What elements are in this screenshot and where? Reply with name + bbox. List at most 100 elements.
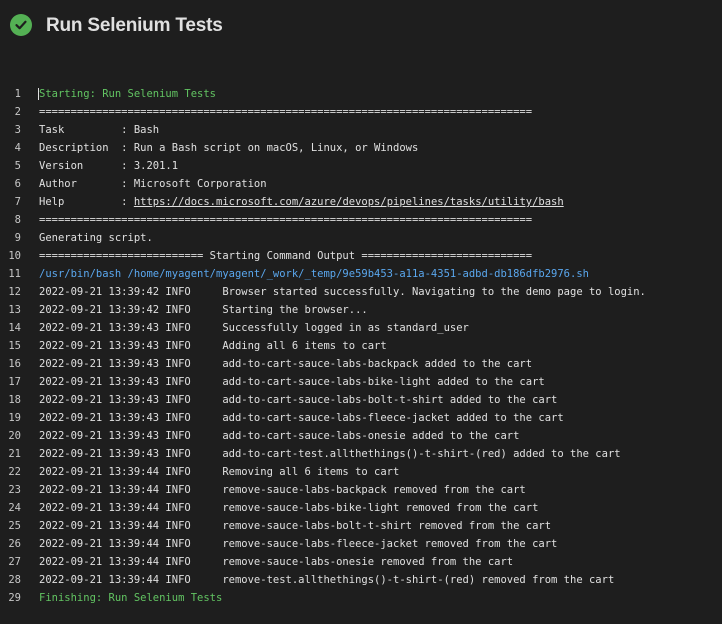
- line-content: 2022-09-21 13:39:44 INFO remove-sauce-la…: [39, 502, 539, 514]
- line-content: 2022-09-21 13:39:43 INFO add-to-cart-tes…: [39, 448, 621, 460]
- line-content: Help :: [39, 196, 134, 208]
- line-number: 4: [14, 142, 21, 154]
- line-text: Version : 3.201.1: [39, 157, 178, 175]
- line-text: 2022-09-21 13:39:43 INFO add-to-cart-sau…: [39, 427, 519, 445]
- log-line: 24 2022-09-21 13:39:44 INFO remove-sauce-…: [0, 499, 722, 517]
- line-text: 2022-09-21 13:39:43 INFO Adding all 6 it…: [39, 337, 387, 355]
- log-line: 15 2022-09-21 13:39:43 INFO Adding all 6 …: [0, 337, 722, 355]
- line-number: 23: [8, 484, 21, 496]
- line-content: 2022-09-21 13:39:43 INFO add-to-cart-sau…: [39, 358, 533, 370]
- log-line: 27 2022-09-21 13:39:44 INFO remove-sauce-…: [0, 553, 722, 571]
- line-text: Author : Microsoft Corporation: [39, 175, 267, 193]
- line-text: 2022-09-21 13:39:44 INFO remove-sauce-la…: [39, 553, 513, 571]
- line-content: Starting: Run Selenium Tests: [39, 88, 217, 100]
- line-number: 11: [8, 268, 21, 280]
- line-content: 2022-09-21 13:39:44 INFO remove-sauce-la…: [39, 556, 514, 568]
- log-line: 2 =======================================…: [0, 103, 722, 121]
- log-line: 25 2022-09-21 13:39:44 INFO remove-sauce-…: [0, 517, 722, 535]
- log-line: 7 Help : https://docs.microsoft.com/azure…: [0, 193, 722, 211]
- line-content: 2022-09-21 13:39:43 INFO add-to-cart-sau…: [39, 376, 545, 388]
- line-text: Description : Run a Bash script on macOS…: [39, 139, 418, 157]
- log-line: 4 Description : Run a Bash script on macO…: [0, 139, 722, 157]
- line-text: /usr/bin/bash /home/myagent/myagent/_wor…: [39, 265, 589, 283]
- line-number: 10: [8, 250, 21, 262]
- line-text: 2022-09-21 13:39:42 INFO Browser started…: [39, 283, 646, 301]
- log-line: 21 2022-09-21 13:39:43 INFO add-to-cart-t…: [0, 445, 722, 463]
- line-text: 2022-09-21 13:39:43 INFO add-to-cart-tes…: [39, 445, 621, 463]
- log-line: 22 2022-09-21 13:39:44 INFO Removing all …: [0, 463, 722, 481]
- line-text: ========================== Starting Comm…: [39, 247, 532, 265]
- line-number: 22: [8, 466, 21, 478]
- log-line: 8 =======================================…: [0, 211, 722, 229]
- line-text: 2022-09-21 13:39:44 INFO remove-sauce-la…: [39, 499, 538, 517]
- log-line: 13 2022-09-21 13:39:42 INFO Starting the …: [0, 301, 722, 319]
- line-content: 2022-09-21 13:39:43 INFO add-to-cart-sau…: [39, 412, 564, 424]
- line-text: 2022-09-21 13:39:44 INFO remove-sauce-la…: [39, 517, 551, 535]
- log-line: 20 2022-09-21 13:39:43 INFO add-to-cart-s…: [0, 427, 722, 445]
- line-number: 19: [8, 412, 21, 424]
- line-text: 2022-09-21 13:39:43 INFO Successfully lo…: [39, 319, 469, 337]
- line-content: ========================================…: [39, 214, 533, 226]
- line-content: 2022-09-21 13:39:44 INFO remove-test.all…: [39, 574, 615, 586]
- line-content: 2022-09-21 13:39:44 INFO remove-sauce-la…: [39, 538, 558, 550]
- line-content: Finishing: Run Selenium Tests: [39, 592, 223, 604]
- line-content: ========================================…: [39, 106, 533, 118]
- log-line: 16 2022-09-21 13:39:43 INFO add-to-cart-s…: [0, 355, 722, 373]
- line-content: ========================== Starting Comm…: [39, 250, 533, 262]
- line-text: 2022-09-21 13:39:43 INFO add-to-cart-sau…: [39, 373, 545, 391]
- line-number: 7: [14, 196, 21, 208]
- line-number: 17: [8, 376, 21, 388]
- log-line: 28 2022-09-21 13:39:44 INFO remove-test.a…: [0, 571, 722, 589]
- line-content: 2022-09-21 13:39:43 INFO add-to-cart-sau…: [39, 394, 558, 406]
- line-content: Task : Bash: [39, 124, 160, 136]
- line-text: 2022-09-21 13:39:43 INFO add-to-cart-sau…: [39, 409, 564, 427]
- line-text: 2022-09-21 13:39:44 INFO remove-sauce-la…: [39, 481, 526, 499]
- log-line: 29 Finishing: Run Selenium Tests: [0, 589, 722, 607]
- log-line: 26 2022-09-21 13:39:44 INFO remove-sauce-…: [0, 535, 722, 553]
- line-number: 25: [8, 520, 21, 532]
- line-number: 29: [8, 592, 21, 604]
- line-number: 3: [14, 124, 21, 136]
- line-number: 18: [8, 394, 21, 406]
- log-line: 9 Generating script.: [0, 229, 722, 247]
- line-content: 2022-09-21 13:39:44 INFO Removing all 6 …: [39, 466, 400, 478]
- line-text: 2022-09-21 13:39:44 INFO remove-test.all…: [39, 571, 614, 589]
- check-circle-icon: [10, 14, 32, 36]
- line-number: 9: [14, 232, 21, 244]
- line-number: 6: [14, 178, 21, 190]
- log-line: 11/usr/bin/bash /home/myagent/myagent/_w…: [0, 265, 722, 283]
- line-text: Starting: Run Selenium Tests: [39, 85, 216, 103]
- line-text: 2022-09-21 13:39:44 INFO remove-sauce-la…: [39, 535, 557, 553]
- line-number: 13: [8, 304, 21, 316]
- line-text: 2022-09-21 13:39:44 INFO Removing all 6 …: [39, 463, 399, 481]
- log-line: 17 2022-09-21 13:39:43 INFO add-to-cart-s…: [0, 373, 722, 391]
- line-number: 5: [14, 160, 21, 172]
- line-content: 2022-09-21 13:39:43 INFO Successfully lo…: [39, 322, 469, 334]
- line-number: 14: [8, 322, 21, 334]
- line-text: Finishing: Run Selenium Tests: [39, 589, 222, 607]
- page-title: Run Selenium Tests: [46, 15, 223, 36]
- line-text: Task : Bash: [39, 121, 159, 139]
- line-text: ========================================…: [39, 103, 532, 121]
- line-text: 2022-09-21 13:39:42 INFO Starting the br…: [39, 301, 368, 319]
- line-content: 2022-09-21 13:39:42 INFO Browser started…: [39, 286, 646, 298]
- log-line: 10 ========================== Starting Co…: [0, 247, 722, 265]
- line-content: 2022-09-21 13:39:43 INFO add-to-cart-sau…: [39, 430, 520, 442]
- line-content: Description : Run a Bash script on macOS…: [39, 142, 419, 154]
- line-text: 2022-09-21 13:39:43 INFO add-to-cart-sau…: [39, 391, 557, 409]
- task-header: Run Selenium Tests: [0, 0, 722, 52]
- line-number: 20: [8, 430, 21, 442]
- line-number: 1: [14, 88, 21, 100]
- line-number: 8: [14, 214, 21, 226]
- line-number: 12: [8, 286, 21, 298]
- line-content: 2022-09-21 13:39:44 INFO remove-sauce-la…: [39, 484, 526, 496]
- log-line: 5 Version : 3.201.1: [0, 157, 722, 175]
- help-link[interactable]: https://docs.microsoft.com/azure/devops/…: [134, 196, 564, 208]
- line-number: 21: [8, 448, 21, 460]
- line-number: 2: [14, 106, 21, 118]
- log-output: 1 Starting: Run Selenium Tests 2 ==========…: [0, 85, 722, 607]
- log-line: 6 Author : Microsoft Corporation: [0, 175, 722, 193]
- line-content: 2022-09-21 13:39:44 INFO remove-sauce-la…: [39, 520, 552, 532]
- log-line: 3 Task : Bash: [0, 121, 722, 139]
- log-line: 1 Starting: Run Selenium Tests: [0, 85, 722, 103]
